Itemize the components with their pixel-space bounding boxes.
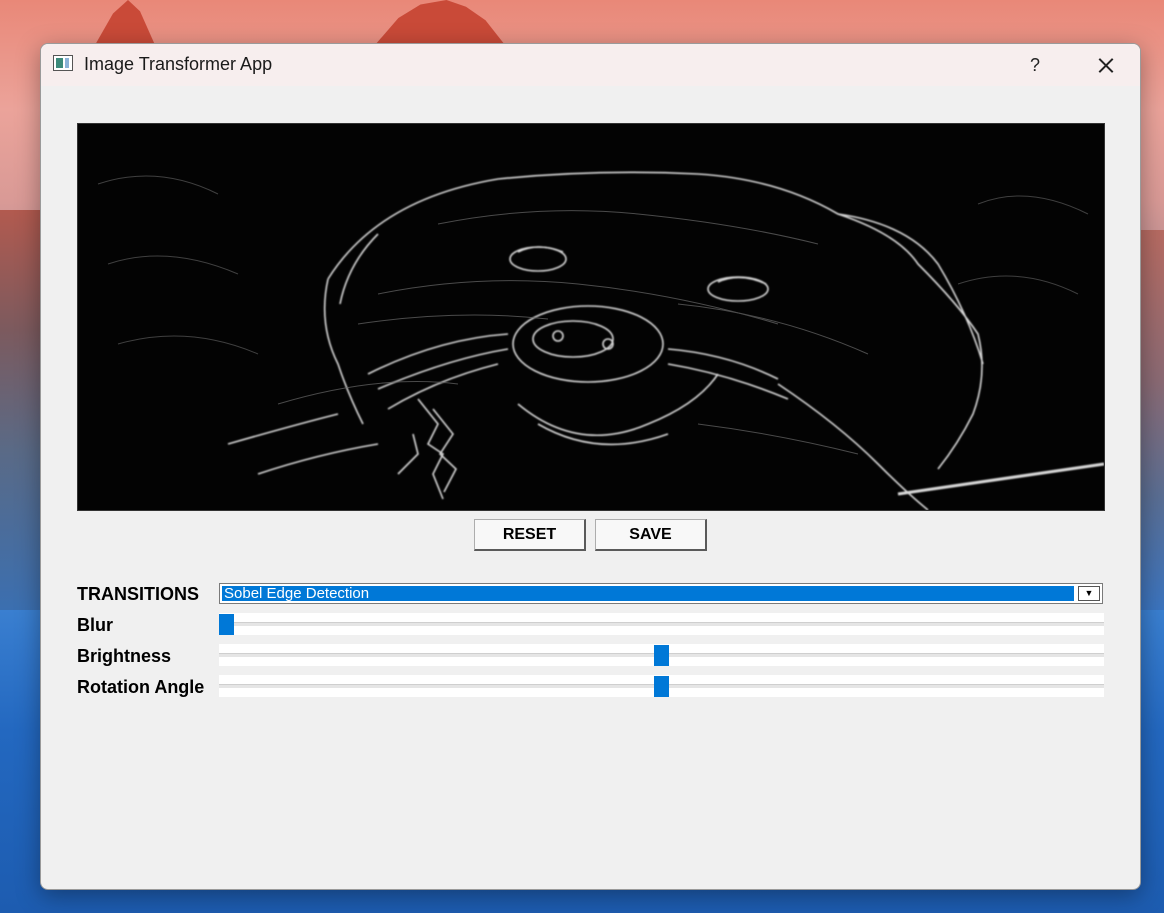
wallpaper-mountain (0, 210, 42, 610)
window-title: Image Transformer App (84, 54, 273, 74)
transitions-label: TRANSITIONS (77, 584, 200, 604)
wallpaper-mountain (1139, 230, 1164, 610)
rotation-angle-label: Rotation Angle (77, 677, 205, 697)
title-bar[interactable]: Image Transformer App ? (41, 44, 1140, 86)
wallpaper-peak (95, 0, 155, 45)
app-window: Image Transformer App ? RESET SAVE TRANS… (40, 43, 1141, 890)
edge-detected-dog-image (78, 124, 1104, 510)
slider-track (219, 622, 1104, 626)
chevron-down-icon[interactable]: ▼ (1078, 586, 1100, 601)
close-icon[interactable] (1081, 50, 1131, 80)
brightness-slider-handle[interactable] (654, 645, 669, 666)
transitions-dropdown[interactable]: Sobel Edge Detection ▼ (219, 583, 1103, 604)
wallpaper-peak (375, 0, 505, 45)
blur-label: Blur (77, 615, 113, 635)
image-preview (77, 123, 1105, 511)
save-button[interactable]: SAVE (595, 519, 707, 551)
rotation-angle-slider[interactable] (219, 675, 1104, 697)
brightness-slider[interactable] (219, 644, 1104, 666)
rotation-slider-handle[interactable] (654, 676, 669, 697)
app-window-icon (53, 55, 73, 71)
help-button[interactable]: ? (1013, 50, 1057, 80)
reset-button[interactable]: RESET (474, 519, 586, 551)
blur-slider-handle[interactable] (219, 614, 234, 635)
transitions-selected-value: Sobel Edge Detection (222, 586, 1074, 601)
blur-slider[interactable] (219, 613, 1104, 635)
brightness-label: Brightness (77, 646, 172, 666)
